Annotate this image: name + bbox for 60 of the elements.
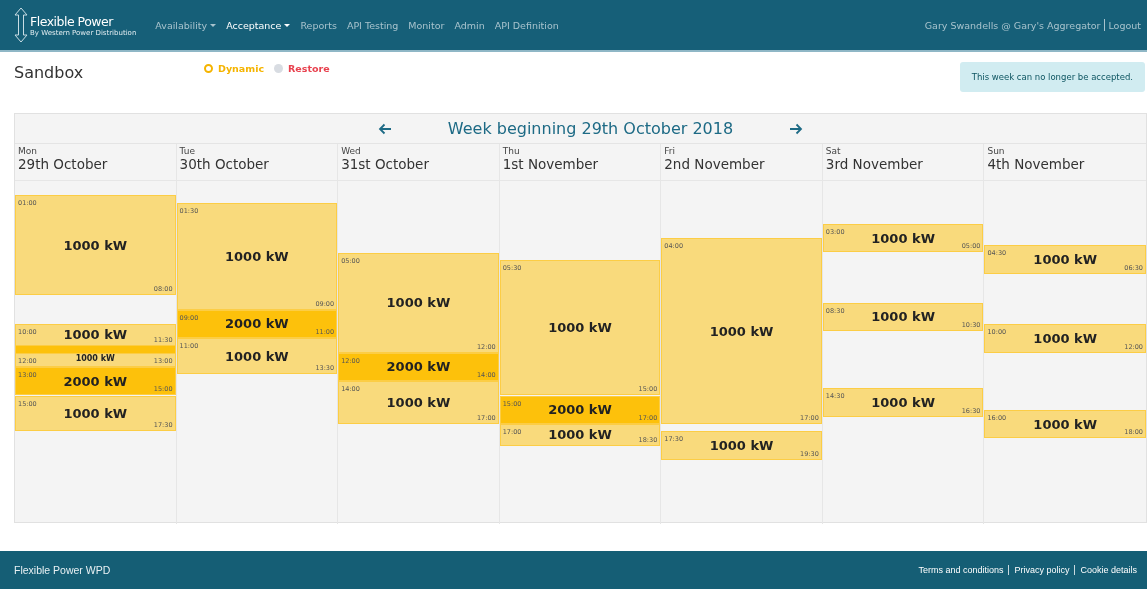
footer-link[interactable]: Privacy policy: [1008, 565, 1075, 575]
logout-link[interactable]: Logout: [1105, 18, 1147, 32]
power-value: 1000 kW: [63, 405, 128, 421]
power-value: 2000 kW: [548, 402, 612, 418]
footer-link[interactable]: Cookie details: [1074, 565, 1142, 575]
power-value: 1000 kW: [225, 248, 289, 264]
nav-item[interactable]: Availability: [150, 19, 222, 31]
power-value: 1000 kW: [75, 354, 115, 364]
power-value: 1000 kW: [1033, 252, 1098, 268]
weekday-label: Thu: [502, 146, 521, 156]
footer-brand: Flexible Power WPD: [14, 564, 112, 576]
day-date: 2nd November: [664, 156, 766, 172]
power-value: 1000 kW: [871, 395, 935, 411]
radio-label: Dynamic: [218, 63, 265, 74]
power-value: 1000 kW: [871, 309, 935, 325]
power-value: 1000 kW: [871, 230, 935, 246]
power-value: 1000 kW: [63, 327, 128, 343]
nav-item[interactable]: Acceptance: [221, 19, 296, 31]
info-alert: This week can no longer be accepted.: [959, 62, 1145, 92]
radio-button[interactable]: [274, 64, 284, 73]
weekday-label: Fri: [664, 146, 676, 156]
nav-item[interactable]: API Definition: [489, 19, 564, 31]
power-value: 1000 kW: [709, 323, 774, 339]
nav-item[interactable]: API Testing: [341, 19, 404, 31]
weekday-label: Sun: [987, 146, 1006, 156]
power-value: 1000 kW: [548, 427, 612, 443]
power-value: 1000 kW: [63, 237, 128, 253]
nav-item[interactable]: Monitor: [403, 19, 450, 31]
day-date: 4th November: [987, 156, 1086, 172]
day-date: 31st October: [341, 156, 430, 172]
power-value: 1000 kW: [386, 295, 451, 311]
weekday-label: Sat: [825, 146, 842, 156]
right-arrow-icon[interactable]: [789, 122, 804, 135]
power-value: 1000 kW: [386, 395, 451, 411]
day-date: 1st November: [502, 156, 600, 172]
power-value: 1000 kW: [1033, 330, 1098, 346]
power-value: 2000 kW: [63, 373, 128, 389]
user-account: Gary Swandells @ Gary's Aggregator: [924, 19, 1102, 31]
power-value: 1000 kW: [709, 438, 774, 454]
footer-link[interactable]: Terms and conditions: [913, 565, 1009, 575]
page-title: Sandbox: [14, 63, 85, 82]
weekday-label: Mon: [18, 146, 38, 156]
left-arrow-icon[interactable]: [377, 122, 392, 135]
radio-button[interactable]: [204, 64, 213, 73]
day-date: 3rd November: [825, 156, 924, 172]
power-value: 1000 kW: [1033, 416, 1098, 432]
logo-icon: [14, 7, 28, 43]
power-value: 2000 kW: [386, 359, 451, 375]
power-value: 1000 kW: [548, 320, 612, 336]
power-value: 2000 kW: [225, 316, 289, 332]
power-value: 1000 kW: [225, 348, 289, 364]
week-title: Week beginning 29th October 2018: [447, 119, 734, 138]
day-date: 30th October: [179, 156, 270, 172]
weekday-label: Tue: [179, 146, 196, 156]
nav-item[interactable]: Reports: [295, 19, 342, 31]
logo-title: Flexible Power: [30, 13, 115, 29]
radio-label: Restore: [288, 63, 330, 74]
day-date: 29th October: [18, 156, 109, 172]
weekday-label: Wed: [341, 146, 362, 156]
nav-item[interactable]: Admin: [449, 19, 490, 31]
